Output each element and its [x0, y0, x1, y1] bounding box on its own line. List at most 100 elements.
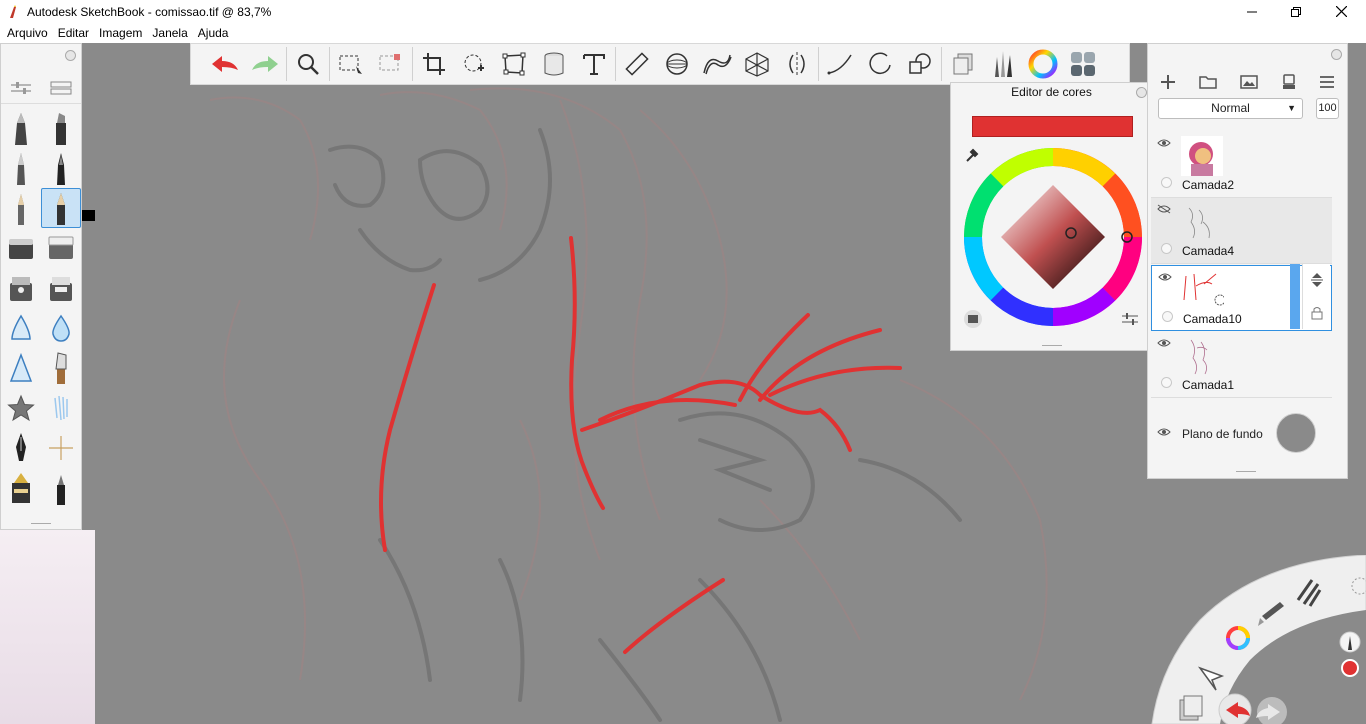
smear-icon — [11, 314, 31, 340]
brush-crosshair[interactable] — [41, 428, 81, 468]
brush-felt-pen[interactable] — [41, 468, 81, 508]
crop-button[interactable] — [414, 44, 454, 84]
select-rect-button[interactable] — [331, 44, 371, 84]
shapes-icon — [909, 53, 931, 74]
ruler-button[interactable] — [617, 44, 657, 84]
brush-airbrush[interactable] — [1, 268, 41, 308]
ellipse-guide-button[interactable] — [657, 44, 697, 84]
brush-calligraphy[interactable] — [1, 428, 41, 468]
brush-hard-pencil-selected[interactable] — [41, 188, 81, 228]
brush-sharpen[interactable] — [1, 348, 41, 388]
transform-button[interactable] — [454, 44, 494, 84]
eye-icon[interactable] — [1157, 138, 1171, 148]
eye-icon[interactable] — [1157, 427, 1171, 437]
brush-texture[interactable] — [41, 388, 81, 428]
symmetry-button[interactable] — [777, 44, 817, 84]
palette-resize-grip[interactable] — [31, 523, 51, 524]
brush-paintbrush[interactable] — [41, 348, 81, 388]
french-curve-button[interactable] — [697, 44, 737, 84]
shape-button[interactable] — [860, 44, 900, 84]
layer-row-background[interactable]: Plano de fundo — [1151, 399, 1332, 465]
brush-airbrush-hard[interactable] — [41, 268, 81, 308]
lagoon-color-indicator[interactable] — [1341, 659, 1359, 677]
menu-janela[interactable]: Janela — [147, 26, 192, 40]
distort-button[interactable] — [494, 44, 534, 84]
perspective-icon — [745, 52, 769, 77]
layer-move-icon[interactable] — [1310, 272, 1324, 288]
color-sliders-icon[interactable] — [1121, 311, 1139, 327]
select-lasso-button[interactable] — [371, 44, 411, 84]
layer-thumbnail — [1190, 339, 1208, 375]
layer-menu-icon[interactable] — [1319, 75, 1335, 89]
brush-pencil[interactable] — [1, 188, 41, 228]
color-wheel[interactable] — [961, 147, 1144, 329]
layer-select-radio[interactable] — [1162, 311, 1173, 322]
zoom-button[interactable] — [288, 44, 328, 84]
color-editor-close-button[interactable] — [1136, 87, 1147, 98]
layer-group-icon[interactable] — [1199, 75, 1217, 89]
merge-layer-icon[interactable] — [1282, 74, 1296, 90]
panels-button[interactable] — [1063, 44, 1103, 84]
lock-icon[interactable] — [1311, 306, 1323, 320]
brush-technical-pen[interactable] — [1, 108, 41, 148]
menu-imagem[interactable]: Imagem — [94, 26, 147, 40]
layer-row-camada4[interactable]: Camada4 — [1151, 198, 1332, 264]
color-swatch-library-icon[interactable] — [963, 309, 983, 329]
brush-eraser-soft[interactable] — [1, 228, 41, 268]
layer-row-camada2[interactable]: Camada2 — [1151, 132, 1332, 198]
layer-select-radio[interactable] — [1161, 377, 1172, 388]
add-layer-icon[interactable] — [1160, 74, 1176, 90]
lagoon-layers-button[interactable] — [1179, 695, 1203, 721]
add-image-icon[interactable] — [1240, 75, 1259, 89]
brush-library-icon[interactable] — [50, 80, 72, 96]
close-button[interactable] — [1318, 0, 1364, 23]
restore-button[interactable] — [1273, 0, 1319, 23]
layer-opacity-field[interactable]: 100 — [1316, 98, 1339, 119]
blend-mode-dropdown[interactable]: Normal ▼ — [1158, 98, 1303, 119]
lagoon-undo-button[interactable] — [1218, 693, 1252, 724]
eye-hidden-icon[interactable] — [1157, 204, 1171, 214]
eye-icon[interactable] — [1158, 272, 1172, 282]
brush-smear[interactable] — [1, 308, 41, 348]
layer-select-radio[interactable] — [1161, 243, 1172, 254]
menu-ajuda[interactable]: Ajuda — [193, 26, 234, 40]
brush-properties-icon[interactable] — [10, 80, 32, 96]
brush-eraser-hard[interactable] — [41, 228, 81, 268]
stroke-button[interactable] — [820, 44, 860, 84]
text-button[interactable] — [574, 44, 614, 84]
layer-select-radio[interactable] — [1161, 177, 1172, 188]
undo-button[interactable] — [205, 44, 245, 84]
current-color-swatch[interactable] — [972, 116, 1133, 137]
pen-icon — [17, 153, 25, 185]
color-wheel-button[interactable] — [1023, 44, 1063, 84]
menu-editar[interactable]: Editar — [53, 26, 94, 40]
eye-icon[interactable] — [1157, 338, 1171, 348]
brush-stamp-star[interactable] — [1, 388, 41, 428]
brush-marker[interactable] — [41, 108, 81, 148]
minimize-button[interactable] — [1229, 0, 1275, 23]
background-color-swatch[interactable] — [1276, 413, 1316, 453]
layer-row-camada1[interactable]: Camada1 — [1151, 332, 1332, 398]
lagoon-marking-menu — [1151, 555, 1366, 724]
lasso-select-icon — [379, 54, 400, 71]
brush-palette-close-button[interactable] — [65, 50, 76, 61]
water-drop-icon — [52, 314, 70, 342]
redo-button[interactable] — [245, 44, 285, 84]
menu-arquivo[interactable]: Arquivo — [2, 26, 53, 40]
predictive-stroke-button[interactable] — [900, 44, 940, 84]
brushes-button[interactable] — [983, 44, 1023, 84]
layer-thumbnail — [1188, 207, 1210, 239]
color-editor-resize-grip[interactable] — [1042, 345, 1062, 346]
layer-panel-resize-grip[interactable] — [1236, 471, 1256, 472]
brush-blur[interactable] — [41, 308, 81, 348]
copy-layer-button[interactable] — [943, 44, 983, 84]
brush-fountain-pen[interactable] — [1, 468, 41, 508]
brush-pen[interactable] — [1, 148, 41, 188]
brush-ink-pen[interactable] — [41, 148, 81, 188]
layer-drag-handle[interactable] — [1290, 264, 1300, 329]
lagoon-pencil-indicator[interactable] — [1339, 631, 1361, 653]
fill-button[interactable] — [534, 44, 574, 84]
saturation-value-diamond[interactable] — [1001, 185, 1105, 289]
layer-panel-close-button[interactable] — [1331, 49, 1342, 60]
perspective-button[interactable] — [737, 44, 777, 84]
